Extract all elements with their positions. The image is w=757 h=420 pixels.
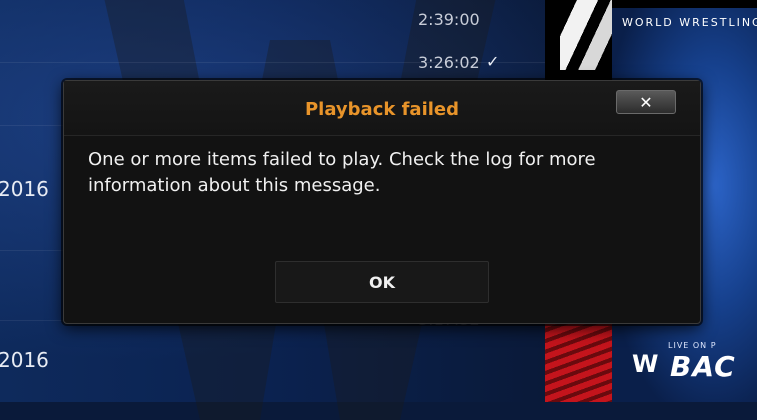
poster-event-name: BAC xyxy=(670,350,736,383)
fanart-strip xyxy=(560,0,612,70)
list-item-duration[interactable]: 3:26:02 xyxy=(418,53,480,72)
poster-title: WORLD WRESTLING xyxy=(622,16,757,29)
dialog-message: One or more items failed to play. Check … xyxy=(88,149,596,196)
wwe-logo-icon: W xyxy=(632,350,659,378)
watched-check-icon: ✓ xyxy=(486,52,500,71)
playback-failed-dialog: Playback failed ✕ One or more items fail… xyxy=(63,80,701,324)
list-item-year[interactable]: 2016 xyxy=(0,348,49,372)
dialog-title: Playback failed xyxy=(304,99,460,120)
dialog-header: Playback failed ✕ xyxy=(64,81,700,136)
list-item-year[interactable]: 2016 xyxy=(0,177,49,201)
close-icon: ✕ xyxy=(639,92,653,112)
close-button[interactable]: ✕ xyxy=(616,90,676,114)
poster-live-text: LIVE ON P xyxy=(668,341,717,350)
fanart-strip xyxy=(545,322,612,402)
list-item-duration[interactable]: 2:39:00 xyxy=(418,10,480,29)
ok-button[interactable]: OK xyxy=(275,261,489,303)
